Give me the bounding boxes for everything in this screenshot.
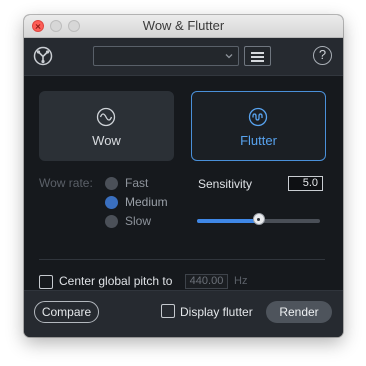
radio-selected-icon: [105, 196, 118, 209]
wow-rate-medium-label: Medium: [125, 195, 168, 209]
hamburger-menu-icon-bar: [251, 56, 264, 58]
wow-rate-slow-label: Slow: [125, 214, 152, 228]
wow-rate-label: Wow rate:: [39, 176, 93, 190]
header-bar: ?: [24, 38, 343, 76]
wow-rate-fast-label: Fast: [125, 176, 149, 190]
wave-circle-icon: [96, 107, 116, 127]
title-bar[interactable]: Wow & Flutter: [24, 15, 343, 38]
center-pitch-label: Center global pitch to: [59, 274, 173, 288]
footer-bar: Compare Display flutter Render: [24, 290, 343, 337]
izotope-rx-logo-icon[interactable]: [33, 46, 53, 66]
divider: [39, 259, 325, 260]
wow-flutter-window: Wow & Flutter ? Wow Flutter Wow rate: Fa…: [24, 15, 343, 337]
radio-icon: [105, 177, 118, 190]
display-flutter-label: Display flutter: [180, 305, 253, 319]
sensitivity-slider-fill: [197, 219, 259, 223]
hamburger-menu-icon-bar: [251, 60, 264, 62]
radio-icon: [105, 215, 118, 228]
wow-mode-label: Wow: [92, 133, 121, 148]
wow-mode-button[interactable]: Wow: [39, 91, 174, 161]
display-flutter-checkbox[interactable]: [161, 304, 175, 318]
compare-button[interactable]: Compare: [34, 301, 99, 323]
help-button[interactable]: ?: [313, 46, 332, 65]
preset-dropdown[interactable]: [93, 46, 239, 66]
center-pitch-input[interactable]: 440.00: [185, 274, 228, 289]
render-button[interactable]: Render: [266, 301, 332, 323]
hamburger-menu-icon: [251, 52, 264, 54]
center-pitch-checkbox[interactable]: [39, 275, 53, 289]
sensitivity-value-field[interactable]: 5.0: [288, 176, 323, 191]
sensitivity-label: Sensitivity: [198, 177, 253, 191]
center-pitch-unit: Hz: [234, 275, 248, 287]
sensitivity-slider-thumb[interactable]: [252, 213, 265, 225]
chevron-down-icon: [225, 54, 233, 59]
main-panel: Wow Flutter Wow rate: Fast Medium Slow S…: [24, 76, 343, 290]
flutter-mode-label: Flutter: [240, 133, 277, 148]
preset-menu-button[interactable]: [244, 46, 271, 66]
ripple-circle-icon: [248, 107, 268, 127]
flutter-mode-button[interactable]: Flutter: [191, 91, 326, 161]
window-title: Wow & Flutter: [142, 18, 225, 33]
